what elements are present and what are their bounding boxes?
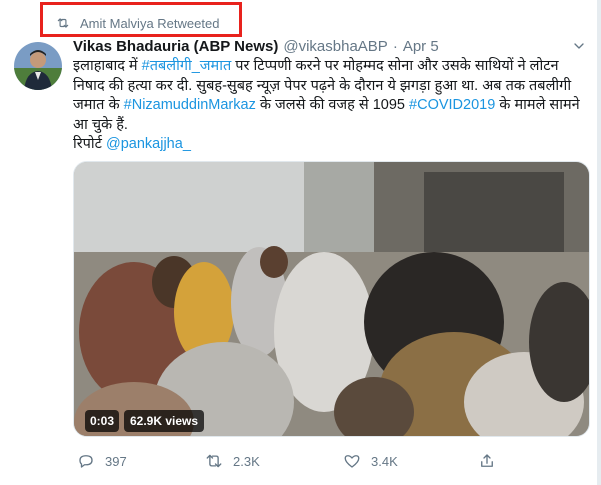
reply-button[interactable]: 397 <box>77 450 127 472</box>
video-player[interactable] <box>73 161 590 437</box>
like-button[interactable]: 3.4K <box>343 450 398 472</box>
avatar-photo <box>14 42 62 90</box>
retweet-icon <box>206 454 222 468</box>
hashtag-link[interactable]: #तबलीगी_जमात <box>142 58 232 74</box>
reply-icon <box>79 455 93 468</box>
mention-link[interactable]: @pankajjha_ <box>106 136 191 152</box>
heart-icon <box>344 455 360 468</box>
text-segment: इलाहाबाद में <box>73 58 142 74</box>
video-frame <box>74 162 589 436</box>
video-time-badge: 0:03 <box>85 410 120 432</box>
share-icon <box>481 454 493 467</box>
author-handle[interactable]: @vikasbhaABP <box>283 38 387 55</box>
scrollbar-track <box>597 0 601 485</box>
avatar[interactable] <box>14 42 62 90</box>
author-display-name[interactable]: Vikas Bhadauria (ABP News) <box>73 38 278 55</box>
tweet-date[interactable]: Apr 5 <box>403 38 439 55</box>
tweet-credit: रिपोर्ट @pankajjha_ <box>73 135 593 155</box>
retweet-count: 2.3K <box>233 453 260 469</box>
hashtag-link[interactable]: #NizamuddinMarkaz <box>124 97 256 113</box>
text-segment: के जलसे की वजह से 1095 <box>255 97 410 113</box>
annotation-highlight-box <box>40 2 242 37</box>
separator-dot: · <box>392 37 398 55</box>
tweet-paragraph: इलाहाबाद में #तबलीगी_जमात पर टिप्पणी करन… <box>73 57 593 135</box>
chevron-down-icon[interactable] <box>571 38 587 54</box>
report-label: रिपोर्ट <box>73 136 107 152</box>
share-button[interactable] <box>478 450 506 472</box>
retweet-button[interactable]: 2.3K <box>205 450 260 472</box>
tweet-text: इलाहाबाद में #तबलीगी_जमात पर टिप्पणी करन… <box>73 57 593 155</box>
hashtag-link[interactable]: #COVID2019 <box>409 97 495 113</box>
tweet-actions: 397 2.3K 3.4K <box>73 450 513 472</box>
reply-count: 397 <box>105 453 127 469</box>
like-count: 3.4K <box>371 453 398 469</box>
video-views-badge: 62.9K views <box>124 410 205 432</box>
tweet-header: Vikas Bhadauria (ABP News) @vikasbhaABP … <box>73 36 571 56</box>
